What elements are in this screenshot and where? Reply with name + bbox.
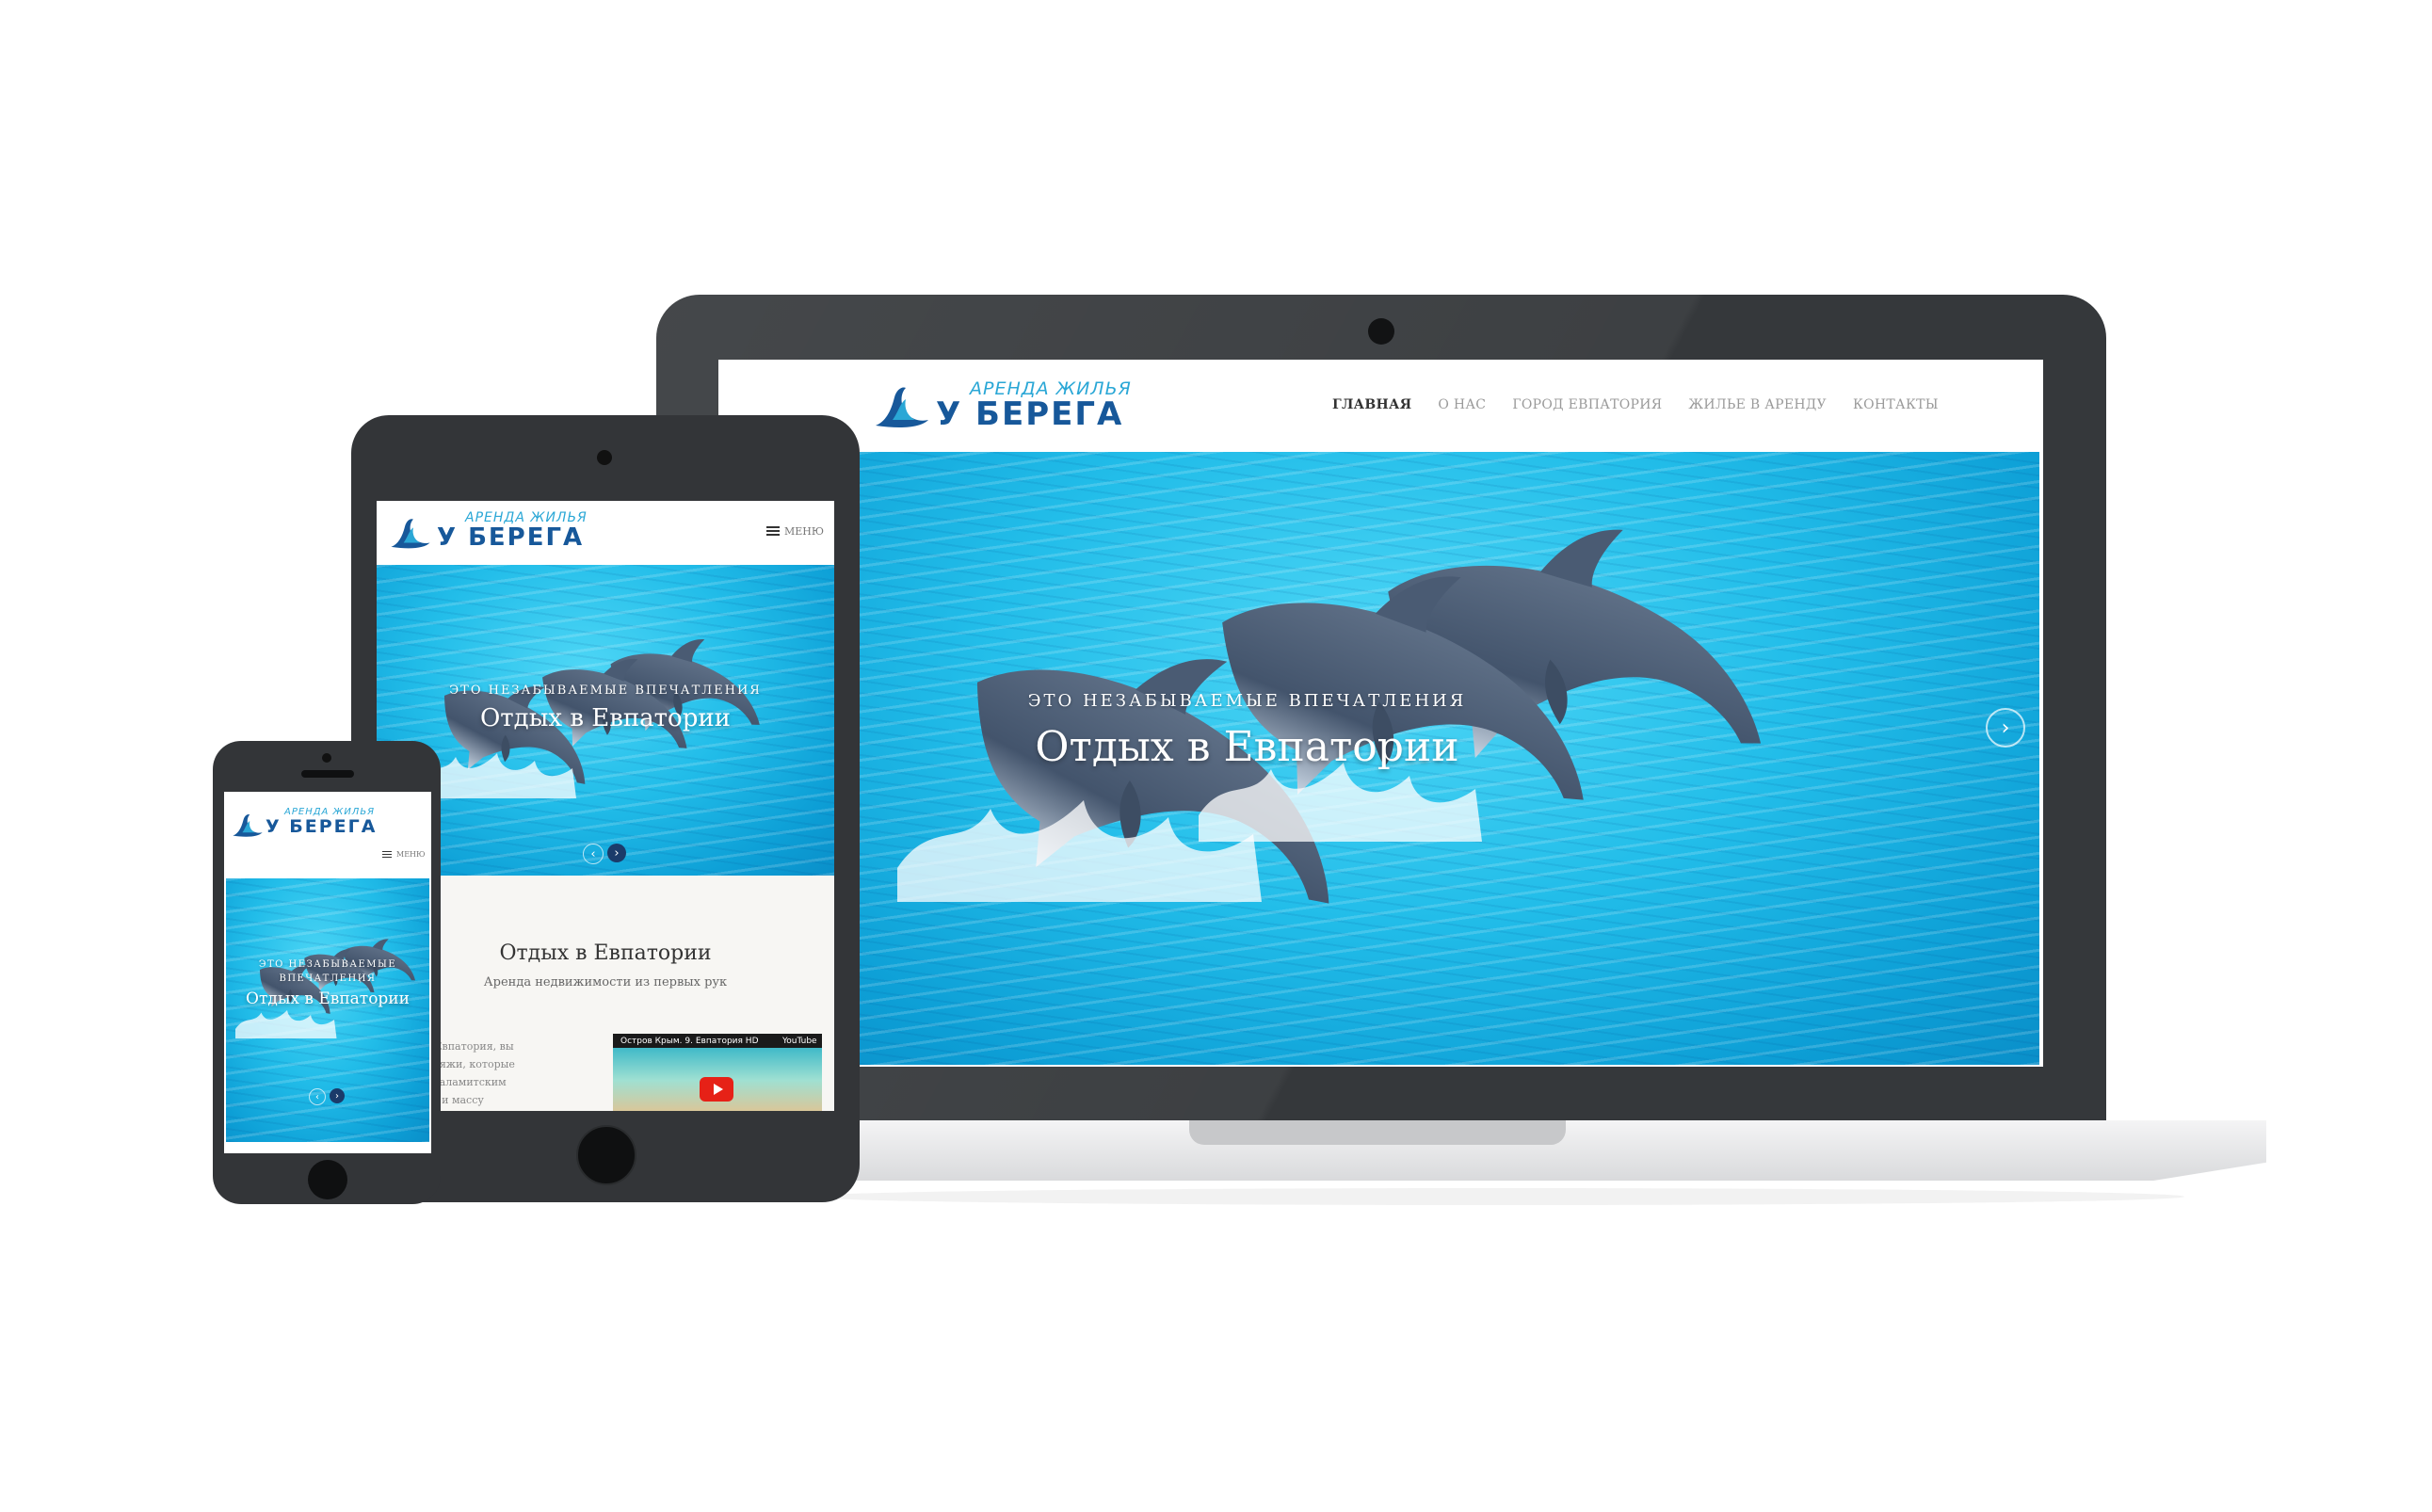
slider-next-button[interactable]: › [607,844,626,862]
chevron-right-icon: › [2001,716,2010,740]
hero-title: Отдых в Евпатории [246,989,410,1008]
nav-rentals[interactable]: ЖИЛЬЕ В АРЕНДУ [1688,397,1827,416]
site-header: АРЕНДА ЖИЛЬЯ У БЕРЕГА МЕНЮ [377,501,834,565]
hero-slider: ЭТО НЕЗАБЫВАЕМЫЕ ВПЕЧАТЛЕНИЯ Отдых в Евп… [377,565,834,876]
tablet-screen: АРЕНДА ЖИЛЬЯ У БЕРЕГА МЕНЮ ЭТО НЕЗАБЫВАЕ… [377,501,834,1111]
wave-logo-icon [391,519,430,549]
laptop-notch [1189,1120,1566,1145]
tablet-camera [597,450,612,465]
hero-subtitle: ЭТО НЕЗАБЫВАЕМЫЕ ВПЕЧАТЛЕНИЯ [449,684,762,698]
chevron-left-icon: ‹ [315,1091,319,1102]
chevron-left-icon: ‹ [590,846,596,861]
phone-camera [322,753,331,763]
hero-title: Отдых в Евпатории [1035,723,1459,771]
play-button[interactable] [700,1077,733,1102]
site-header: АРЕНДА ЖИЛЬЯ У БЕРЕГА МЕНЮ [224,792,431,878]
logo-title: У БЕРЕГА [437,523,585,552]
hero-slider: ЭТО НЕЗАБЫВАЕМЫЕ ВПЕЧАТЛЕНИЯ Отдых в Евп… [860,452,2039,1065]
tablet-home-button [576,1125,636,1185]
intro-subtitle: Аренда недвижимости из первых рук [483,975,728,989]
laptop-shadow [810,1188,2184,1205]
slider-prev-button[interactable]: ‹ [309,1088,326,1105]
wave-logo-icon [876,387,928,427]
menu-button[interactable]: МЕНЮ [382,850,426,859]
hero-slider: ЭТО НЕЗАБЫВАЕМЫЕ ВПЕЧАТЛЕНИЯ Отдых в Евп… [226,878,429,1142]
video-embed[interactable]: Остров Крым. 9. Евпатория HD YouTube [613,1034,822,1111]
phone-speaker [301,770,354,778]
site-logo[interactable]: АРЕНДА ЖИЛЬЯ У БЕРЕГА [390,510,597,555]
slider-prev-button[interactable]: ‹ [583,844,604,864]
chevron-right-icon: › [335,1090,339,1102]
nav-home[interactable]: ГЛАВНАЯ [1332,397,1411,416]
phone-screen: АРЕНДА ЖИЛЬЯ У БЕРЕГА МЕНЮ ЭТО НЕЗАБЫВАЕ… [224,792,431,1153]
laptop-camera [1368,318,1394,345]
intro-section: Отдых в Евпатории Аренда недвижимости из… [377,876,834,1111]
slider-next-button[interactable]: › [1986,708,2025,748]
menu-label: МЕНЮ [784,525,825,538]
menu-label: МЕНЮ [396,850,426,859]
chevron-right-icon: › [614,845,620,861]
intro-title: Отдых в Евпатории [499,941,712,965]
logo-title: У БЕРЕГА [266,816,378,837]
hero-title: Отдых в Евпатории [479,704,732,732]
laptop-screen: АРЕНДА ЖИЛЬЯ У БЕРЕГА ГЛАВНАЯ О НАС ГОРО… [718,360,2043,1067]
main-nav: ГЛАВНАЯ О НАС ГОРОД ЕВПАТОРИЯ ЖИЛЬЕ В АР… [1332,397,1939,416]
youtube-brand: YouTube [782,1037,817,1046]
site-logo[interactable]: АРЕНДА ЖИЛЬЯ У БЕРЕГА [232,807,382,844]
hero-subtitle-line2: ВПЕЧАТЛЕНИЯ [279,973,377,984]
phone-home-button [308,1160,347,1199]
site-logo[interactable]: АРЕНДА ЖИЛЬЯ У БЕРЕГА [874,378,1131,435]
dolphins-image [235,926,426,1038]
hero-subtitle: ЭТО НЕЗАБЫВАЕМЫЕ ВПЕЧАТЛЕНИЯ [1027,691,1467,711]
hero-subtitle-line1: ЭТО НЕЗАБЫВАЕМЫЕ [258,959,397,970]
hamburger-icon [382,850,392,859]
nav-city[interactable]: ГОРОД ЕВПАТОРИЯ [1512,397,1662,416]
menu-button[interactable]: МЕНЮ [766,525,824,538]
site-header: АРЕНДА ЖИЛЬЯ У БЕРЕГА ГЛАВНАЯ О НАС ГОРО… [718,360,2043,452]
wave-logo-icon [233,813,263,837]
hamburger-icon [766,526,780,537]
play-icon [713,1084,723,1095]
video-title: Остров Крым. 9. Евпатория HD [620,1037,759,1046]
nav-contacts[interactable]: КОНТАКТЫ [1853,397,1939,416]
slider-next-button[interactable]: › [330,1088,345,1103]
nav-about[interactable]: О НАС [1438,397,1486,416]
logo-title: У БЕРЕГА [936,395,1124,433]
